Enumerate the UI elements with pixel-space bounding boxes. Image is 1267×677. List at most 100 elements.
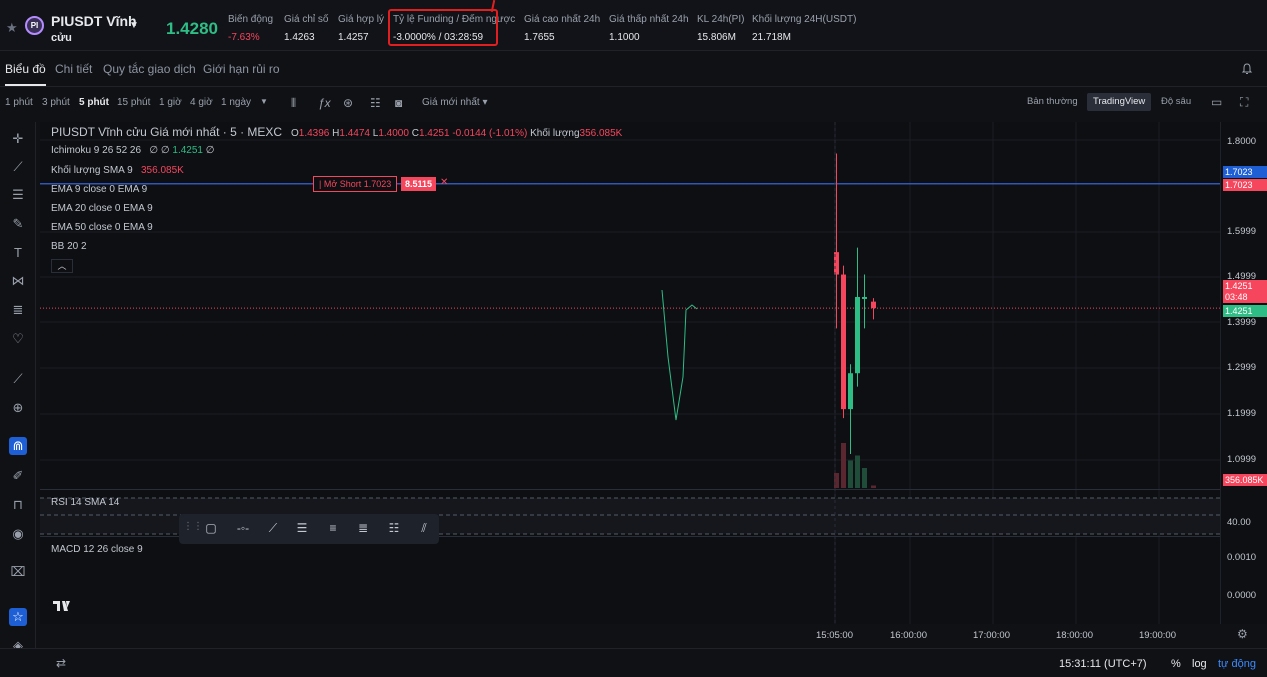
- legend-ema20[interactable]: EMA 20 close 0 EMA 9: [51, 203, 153, 214]
- rectangle-tool-icon[interactable]: ▢: [202, 521, 220, 537]
- price-tick: 1.8000: [1227, 136, 1257, 147]
- time-axis[interactable]: 15:05:00 16:00:00 17:00:00 18:00:00 19:0…: [40, 624, 1220, 646]
- pattern-icon[interactable]: ⋈: [9, 272, 27, 290]
- measure-lines-icon[interactable]: ≣: [9, 301, 27, 319]
- price-type-label: Giá mới nhất: [422, 97, 480, 108]
- date-range-icon[interactable]: ☷: [385, 521, 403, 537]
- log-toggle[interactable]: log: [1192, 658, 1207, 670]
- legend-ichimoku[interactable]: Ichimoku 9 26 52 26 ∅ ∅ 1.4251 ∅: [51, 145, 214, 156]
- volume-tag: 356.085K: [1223, 474, 1267, 486]
- tab-chart[interactable]: Biểu đồ: [5, 62, 46, 86]
- timeframe-1m[interactable]: 1 phút: [5, 97, 33, 108]
- volume-sma-label: Khối lượng SMA 9: [51, 165, 133, 176]
- percent-toggle[interactable]: %: [1171, 658, 1181, 670]
- candle-type-icon[interactable]: ⫴: [291, 96, 296, 111]
- parallel-channel-icon[interactable]: ☰: [293, 521, 311, 537]
- volume-bar: [841, 443, 846, 488]
- symbol-name[interactable]: PIUSDT Vĩnh: [51, 13, 137, 29]
- eye-icon[interactable]: ◉: [9, 525, 27, 543]
- favorite-star-icon[interactable]: ★: [6, 20, 18, 36]
- rsi-level: 40.00: [1227, 517, 1251, 528]
- text-icon[interactable]: T: [9, 244, 27, 262]
- volume-bar: [834, 473, 839, 488]
- ruler-icon[interactable]: ⟋: [9, 370, 27, 388]
- floating-drawing-bar[interactable]: ⋮⋮ ▢ -◦- ⟋ ☰ ≡ ≣ ☷ ⫽: [179, 514, 439, 544]
- timeframe-1d[interactable]: 1 ngày: [221, 97, 251, 108]
- timeframe-dropdown-icon[interactable]: ▼: [260, 97, 268, 106]
- trendline-tool-icon[interactable]: ⟋: [264, 521, 282, 537]
- tab-details[interactable]: Chi tiết: [55, 62, 92, 76]
- view-basic[interactable]: Bản thường: [1021, 93, 1084, 111]
- volume-bar: [855, 455, 860, 488]
- collapse-legend-button[interactable]: ︿: [51, 259, 73, 273]
- stat-vol-usdt-value: 21.718M: [752, 32, 791, 43]
- panel-toggle-icon[interactable]: ▭: [1211, 95, 1222, 109]
- price-axis[interactable]: 1.8000 1.7023 1.7023 1.5999 1.4999 1.425…: [1220, 122, 1267, 641]
- macd-tick: 0.0000: [1227, 590, 1257, 601]
- chart-title-text: PIUSDT Vĩnh cửu Giá mới nhất · 5 · MEXC: [51, 125, 283, 139]
- pitchfork-icon[interactable]: ⫽: [415, 521, 433, 537]
- ohlc-high: 1.4474: [339, 128, 370, 139]
- tab-trading-rules[interactable]: Quy tắc giao dịch: [103, 62, 196, 76]
- timeframe-4h[interactable]: 4 giờ: [190, 97, 213, 108]
- short-order-qty[interactable]: 8.5115: [401, 177, 437, 191]
- lock-icon[interactable]: ⊓: [9, 496, 27, 514]
- date-range-icon[interactable]: ⇄: [56, 656, 66, 670]
- ohlc-open: 1.4396: [298, 128, 330, 139]
- favorite-tools-icon[interactable]: ☆: [9, 608, 27, 626]
- legend-ema50[interactable]: EMA 50 close 0 EMA 9: [51, 222, 153, 233]
- auto-toggle[interactable]: tự động: [1218, 658, 1256, 670]
- brush-icon[interactable]: ✎: [9, 215, 27, 233]
- tab-risk-limits[interactable]: Giới hạn rủi ro: [203, 62, 280, 76]
- chart-canvas[interactable]: [40, 122, 1220, 624]
- heart-icon[interactable]: ♡: [9, 330, 27, 348]
- timeframe-15m[interactable]: 15 phút: [117, 97, 150, 108]
- templates-icon[interactable]: ⊛: [343, 96, 353, 110]
- price-range-icon[interactable]: ≣: [354, 521, 372, 537]
- ichimoku-price: 1.4251: [172, 145, 203, 156]
- legend-volume-sma[interactable]: Khối lượng SMA 9 356.085K: [51, 165, 184, 176]
- layout-icon[interactable]: ☷: [370, 96, 381, 110]
- legend-macd[interactable]: MACD 12 26 close 9: [51, 544, 143, 555]
- stat-change-label: Biến động: [228, 14, 274, 25]
- pane-separator-rsi[interactable]: [40, 489, 1267, 490]
- crosshair-icon[interactable]: ✛: [9, 130, 27, 148]
- timeframe-5m[interactable]: 5 phút: [79, 97, 109, 108]
- volume-bar: [862, 468, 867, 488]
- legend-bb[interactable]: BB 20 2: [51, 241, 87, 252]
- time-tick: 15:05:00: [816, 630, 853, 641]
- magnet-icon[interactable]: ⋒: [9, 437, 27, 455]
- horizontal-ray-icon[interactable]: -◦-: [234, 521, 252, 537]
- timeframe-3m[interactable]: 3 phút: [42, 97, 70, 108]
- close-order-icon[interactable]: ✕: [440, 177, 448, 188]
- legend-ema9[interactable]: EMA 9 close 0 EMA 9: [51, 184, 147, 195]
- camera-icon[interactable]: ◙: [395, 96, 402, 110]
- bell-icon[interactable]: [1241, 63, 1253, 75]
- symbol-dropdown-icon[interactable]: ▼: [129, 20, 139, 31]
- short-order-label[interactable]: | Mở Short 1.7023: [313, 176, 398, 192]
- symbol-name-line2[interactable]: cửu: [51, 32, 72, 44]
- time-tick: 18:00:00: [1056, 630, 1093, 641]
- fib-retracement-icon[interactable]: ≡: [324, 521, 342, 537]
- fullscreen-icon[interactable]: ⛶: [1240, 95, 1248, 110]
- trash-icon[interactable]: ⌧: [9, 563, 27, 581]
- legend-rsi[interactable]: RSI 14 SMA 14: [51, 497, 119, 508]
- ticker-header: ★ PI PIUSDT Vĩnh cửu ▼ 1.4280 Biến động …: [0, 0, 1267, 51]
- short-line-tag-red: 1.7023: [1223, 179, 1267, 191]
- price-type-select[interactable]: Giá mới nhất ▾: [422, 97, 488, 108]
- chart-area[interactable]: [40, 122, 1220, 624]
- timeframe-1h[interactable]: 1 giờ: [159, 97, 182, 108]
- view-depth[interactable]: Độ sâu: [1155, 93, 1197, 111]
- clock-timezone[interactable]: 15:31:11 (UTC+7): [1059, 658, 1147, 670]
- trendline-icon[interactable]: ⟋: [9, 158, 27, 176]
- horizontal-lines-icon[interactable]: ☰: [9, 186, 27, 204]
- indicators-icon[interactable]: ƒx: [318, 96, 331, 110]
- zoom-in-icon[interactable]: ⊕: [9, 399, 27, 417]
- time-tick: 17:00:00: [973, 630, 1010, 641]
- ichimoku-label: Ichimoku 9 26 52 26: [51, 145, 142, 156]
- axis-settings-icon[interactable]: ⚙: [1237, 627, 1248, 641]
- drag-handle-icon[interactable]: ⋮⋮: [183, 521, 203, 537]
- view-tradingview[interactable]: TradingView: [1087, 93, 1152, 111]
- pencil-lock-icon[interactable]: ✐: [9, 467, 27, 485]
- indicator-line: [661, 289, 698, 421]
